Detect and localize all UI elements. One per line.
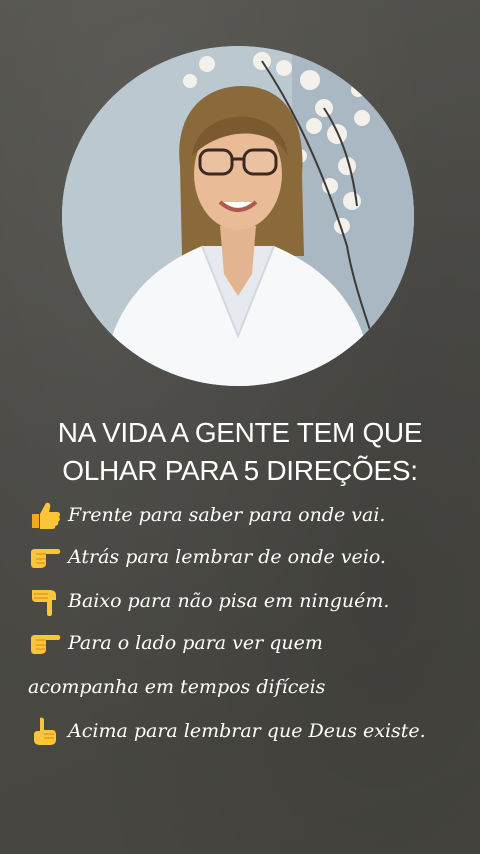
direction-side-continuation-text: acompanha em tempos difíceis [28, 676, 326, 698]
direction-front-text: Frente para saber para onde vai. [68, 504, 386, 526]
direction-front: Frente para saber para onde vai. [28, 500, 470, 530]
direction-down: Baixo para não pisa em ninguém. [28, 586, 470, 616]
hand-pointing-right-icon [28, 628, 62, 658]
headline: NA VIDA A GENTE TEM QUE OLHAR PARA 5 DIR… [0, 414, 480, 490]
thumbs-up-icon [28, 500, 62, 530]
direction-back-text: Atrás para lembrar de onde veio. [68, 546, 386, 568]
headline-line-2: OLHAR PARA 5 DIREÇÕES: [62, 455, 418, 486]
hand-pointing-right-icon [28, 542, 62, 572]
hand-pointing-up-icon [28, 716, 62, 746]
headline-line-1: NA VIDA A GENTE TEM QUE [57, 417, 423, 448]
direction-up-text: Acima para lembrar que Deus existe. [68, 720, 426, 742]
portrait-photo [62, 46, 414, 386]
direction-side: Para o lado para ver quem [28, 628, 470, 658]
hand-pointing-down-icon [28, 586, 62, 616]
direction-side-continuation: acompanha em tempos difíceis [28, 676, 470, 698]
direction-side-text: Para o lado para ver quem [68, 632, 323, 654]
direction-up: Acima para lembrar que Deus existe. [28, 716, 470, 746]
direction-down-text: Baixo para não pisa em ninguém. [68, 590, 390, 612]
direction-back: Atrás para lembrar de onde veio. [28, 542, 470, 572]
